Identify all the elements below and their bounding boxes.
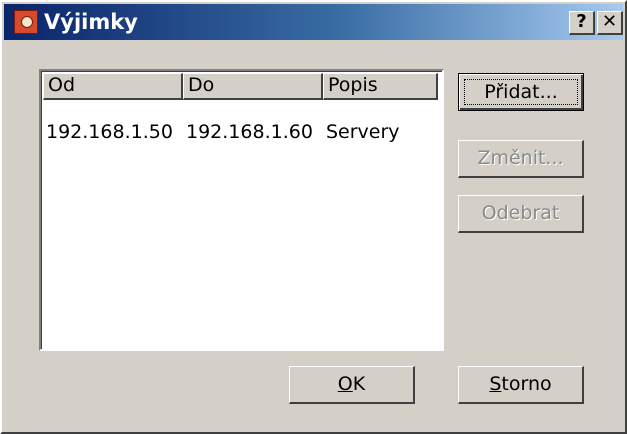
cancel-label: torno xyxy=(501,373,552,395)
add-button-label: Přidat... xyxy=(464,79,578,105)
remove-button[interactable]: Odebrat xyxy=(458,195,584,233)
cell-od: 192.168.1.50 xyxy=(46,121,173,143)
cancel-button[interactable]: Storno xyxy=(458,366,584,404)
column-header-od[interactable]: Od xyxy=(43,73,183,100)
ok-mnemonic: O xyxy=(337,373,353,395)
exceptions-list[interactable]: Od Do Popis 192.168.1.50 192.168.1.60 Se… xyxy=(39,69,444,351)
cell-popis: Servery xyxy=(326,121,400,143)
cancel-mnemonic: S xyxy=(489,373,502,395)
add-button[interactable]: Přidat... xyxy=(458,73,584,111)
title-bar[interactable]: Výjimky ? ✕ xyxy=(4,4,623,40)
column-header-do[interactable]: Do xyxy=(183,73,323,100)
edit-button[interactable]: Změnit... xyxy=(458,140,584,178)
column-header-popis[interactable]: Popis xyxy=(323,73,438,100)
window-title: Výjimky xyxy=(44,10,138,34)
help-button[interactable]: ? xyxy=(569,11,595,35)
app-icon xyxy=(14,10,38,34)
cell-do: 192.168.1.60 xyxy=(186,121,313,143)
ok-button[interactable]: OK xyxy=(289,366,415,404)
exceptions-dialog: Výjimky ? ✕ Od Do Popis 192.168.1.50 192… xyxy=(0,0,627,434)
ok-label: K xyxy=(352,373,366,395)
close-icon[interactable]: ✕ xyxy=(597,11,623,35)
